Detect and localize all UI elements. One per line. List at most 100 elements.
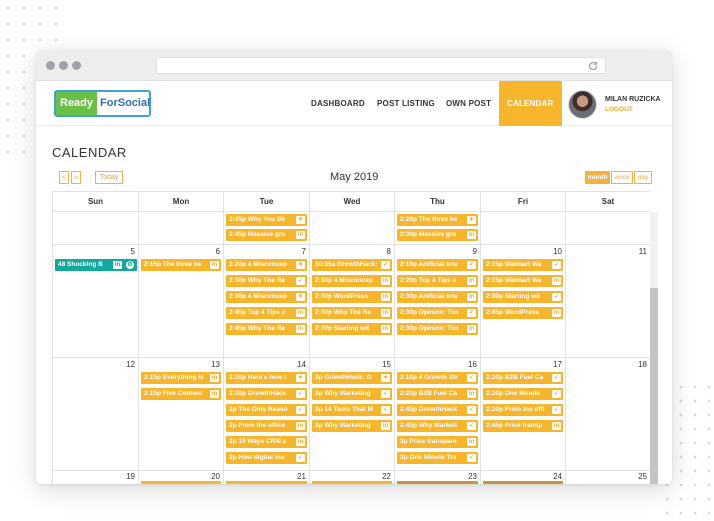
calendar-event[interactable]: 10:35a GrowthHack: ✓: [312, 259, 392, 271]
calendar-event[interactable]: 2:30p Why The Re in: [312, 307, 392, 319]
nav-own-post[interactable]: OWN POST: [446, 81, 491, 126]
calendar-event[interactable]: 48 Shocking B in ⚙: [55, 259, 137, 271]
day-number: 21: [297, 472, 306, 481]
calendar-event[interactable]: 2:15p Walmart Wa in: [483, 275, 563, 287]
calendar-event-partial[interactable]: [141, 481, 221, 484]
calendar-event[interactable]: 3p Why Marketing ✓: [312, 388, 392, 400]
calendar-event[interactable]: 2:30p WordPress in: [312, 291, 392, 303]
view-month-button[interactable]: month: [585, 171, 610, 184]
scrollbar-thumb[interactable]: [650, 288, 658, 484]
event-label: 10:35a GrowthHack:: [315, 261, 378, 268]
twitter-icon: ✓: [467, 309, 476, 317]
linkedin-icon: in: [210, 374, 219, 382]
day-number: 22: [382, 472, 391, 481]
view-week-button[interactable]: week: [611, 171, 633, 184]
calendar-event[interactable]: 2:10p 4 Growth Str ✓: [397, 372, 478, 384]
calendar-event[interactable]: 2:45p Price transp in: [483, 420, 563, 432]
calendar-event[interactable]: 3p GrowthHack: G ✦: [312, 372, 392, 384]
event-label: 2:20p B2B Fuel Ca: [400, 390, 458, 397]
calendar-event[interactable]: 2:15p The three be in: [141, 259, 221, 271]
event-label: 3p One Minute Tra: [400, 454, 457, 461]
calendar-event[interactable]: 3p 14 Tools That M ✓: [312, 404, 392, 416]
calendar-event-partial[interactable]: [312, 481, 392, 484]
calendar-event[interactable]: 2:30p 4 Misconcep ✦: [226, 291, 307, 303]
calendar-event[interactable]: 2:30p Why The Re ✓: [226, 275, 307, 287]
event-label: 2:10p 4 Growth Str: [400, 374, 458, 381]
grid-divider: [223, 212, 224, 484]
twitter-icon: ✓: [552, 293, 561, 301]
calendar-event[interactable]: 2:10p Artificial Inte ✓: [397, 259, 478, 271]
ready-for-social-logo[interactable]: Ready ForSocial: [54, 90, 151, 117]
calendar-event[interactable]: 2:45p GrowthHack ✓: [397, 404, 478, 416]
calendar-event[interactable]: 2:45p WordPress in: [483, 307, 563, 319]
calendar-event[interactable]: 2:20p The three be ✦: [397, 214, 478, 226]
today-button[interactable]: Today: [95, 171, 123, 184]
calendar-event[interactable]: 2:30p Artificial Inte in: [397, 291, 478, 303]
bookmark-icon: ✦: [381, 374, 390, 382]
day-number: 12: [126, 360, 135, 369]
reload-icon[interactable]: [587, 60, 599, 72]
twitter-icon: ✓: [296, 454, 305, 462]
day-number: 15: [382, 360, 391, 369]
calendar-event[interactable]: 3p 10 Ways CRM a in: [226, 436, 307, 448]
next-month-button[interactable]: >: [71, 171, 81, 184]
calendar-event[interactable]: 2:30p 4 Misconcep in: [312, 275, 392, 287]
twitter-icon: ✓: [467, 374, 476, 382]
event-label: 2:45p WordPress: [486, 309, 539, 316]
calendar-event[interactable]: 2:30p B2B Fuel Ca ✓: [483, 372, 563, 384]
event-label: 2:45p GrowthHack: [400, 406, 458, 413]
day-number: 18: [638, 360, 647, 369]
calendar-event[interactable]: 3p Why Marketing in: [312, 420, 392, 432]
user-name: MILAN RUZICKA: [605, 96, 661, 103]
twitter-icon: ✓: [296, 277, 305, 285]
calendar-event[interactable]: 3p From the office in: [226, 420, 307, 432]
calendar-event[interactable]: 3p Price transpare in: [397, 436, 478, 448]
logo-text-for-social: ForSocial: [97, 92, 149, 115]
calendar-event[interactable]: 2:30p From the offi ✓: [483, 404, 563, 416]
prev-month-button[interactable]: <: [59, 171, 69, 184]
url-bar[interactable]: [156, 57, 606, 74]
calendar-event[interactable]: 2:30p One Minute ✓: [483, 388, 563, 400]
calendar-event[interactable]: 2:30p Massive gro in: [397, 229, 478, 241]
calendar-event[interactable]: 2:45p Why Marketi ✓: [397, 420, 478, 432]
calendar-event-partial[interactable]: [226, 481, 307, 484]
nav-post-listing[interactable]: POST LISTING: [377, 81, 435, 126]
calendar-event[interactable]: 2:30p Opinion: Tim in: [397, 323, 478, 335]
calendar-event-partial[interactable]: [397, 481, 478, 484]
calendar-event[interactable]: 2:45p Why You Sh ✦: [226, 214, 307, 226]
window-close-dot[interactable]: [46, 61, 55, 70]
logout-link[interactable]: LOGOUT: [605, 106, 633, 113]
calendar-event[interactable]: 2:20p Top 4 Tips o in: [397, 275, 478, 287]
calendar-event[interactable]: 2:15p Walmart Wa ✓: [483, 259, 563, 271]
linkedin-icon: in: [381, 325, 390, 333]
calendar-event[interactable]: 2:45p Massive gro in: [226, 229, 307, 241]
calendar-event[interactable]: 2:30p Starting wit in: [312, 323, 392, 335]
calendar-event[interactable]: 2:30p Opinion: Tim ✓: [397, 307, 478, 319]
day-number: 14: [297, 360, 306, 369]
calendar-event[interactable]: 2:20p 4 Misconcep ✦: [226, 259, 307, 271]
calendar-event[interactable]: 3p One Minute Tra ✓: [397, 452, 478, 464]
view-day-button[interactable]: day: [634, 171, 652, 184]
calendar-event[interactable]: 2:30p Starting wit ✓: [483, 291, 563, 303]
calendar-event[interactable]: 2:20p B2B Fuel Ca in: [397, 388, 478, 400]
calendar-event[interactable]: 2:45p Top 4 Tips o in: [226, 307, 307, 319]
grid-divider: [394, 212, 395, 484]
window-maximize-dot[interactable]: [72, 61, 81, 70]
window-minimize-dot[interactable]: [59, 61, 68, 70]
calendar-event[interactable]: 2:30p GrowthHack ✓: [226, 388, 307, 400]
calendar-event-partial[interactable]: [483, 481, 563, 484]
calendar-event[interactable]: 2:20p Here's how t ✦: [226, 372, 307, 384]
event-label: 2:15p Walmart Wa: [486, 261, 542, 268]
bookmark-icon: ✦: [467, 216, 476, 224]
calendar-event[interactable]: 2:45p Why The Re in: [226, 323, 307, 335]
calendar-event[interactable]: 3p How digital ma ✓: [226, 452, 307, 464]
calendar-event[interactable]: 2:15p Five Content in: [141, 388, 221, 400]
event-label: 2:30p Artificial Inte: [400, 293, 458, 300]
calendar-scrollbar[interactable]: [650, 212, 658, 484]
nav-dashboard[interactable]: DASHBOARD: [311, 81, 365, 126]
calendar-event[interactable]: 3p The Only Reaso ✓: [226, 404, 307, 416]
nav-calendar[interactable]: CALENDAR: [499, 81, 562, 126]
avatar[interactable]: [568, 90, 597, 119]
calendar-event[interactable]: 2:15p Everything is in: [141, 372, 221, 384]
event-label: 48 Shocking B: [58, 261, 103, 268]
